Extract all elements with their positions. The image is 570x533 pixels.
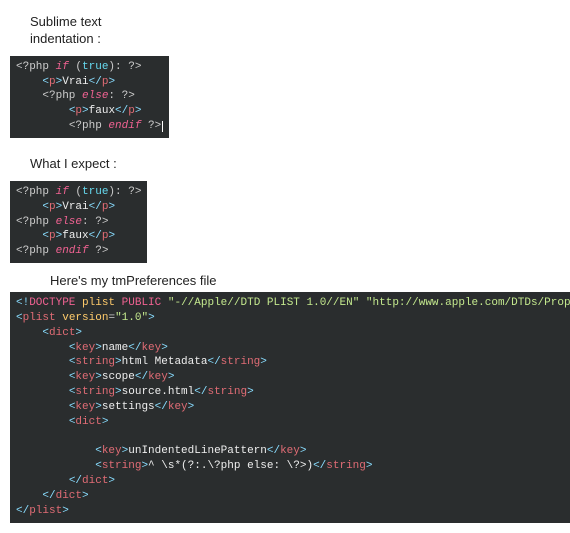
text-cursor <box>162 121 163 132</box>
code-block-tmpreferences: <!DOCTYPE plist PUBLIC "-//Apple//DTD PL… <box>10 292 570 523</box>
code-block-expected: <?php if (true): ?> <p>Vrai</p> <?php el… <box>10 181 147 263</box>
heading-expected: What I expect : <box>30 156 560 173</box>
heading-line1: Sublime text <box>30 14 102 29</box>
code-block-actual: <?php if (true): ?> <p>Vrai</p> <?php el… <box>10 56 169 138</box>
heading-tmpreferences: Here's my tmPreferences file <box>50 273 560 290</box>
heading-line2: indentation : <box>30 31 101 46</box>
heading-sublime: Sublime text indentation : <box>30 14 560 48</box>
